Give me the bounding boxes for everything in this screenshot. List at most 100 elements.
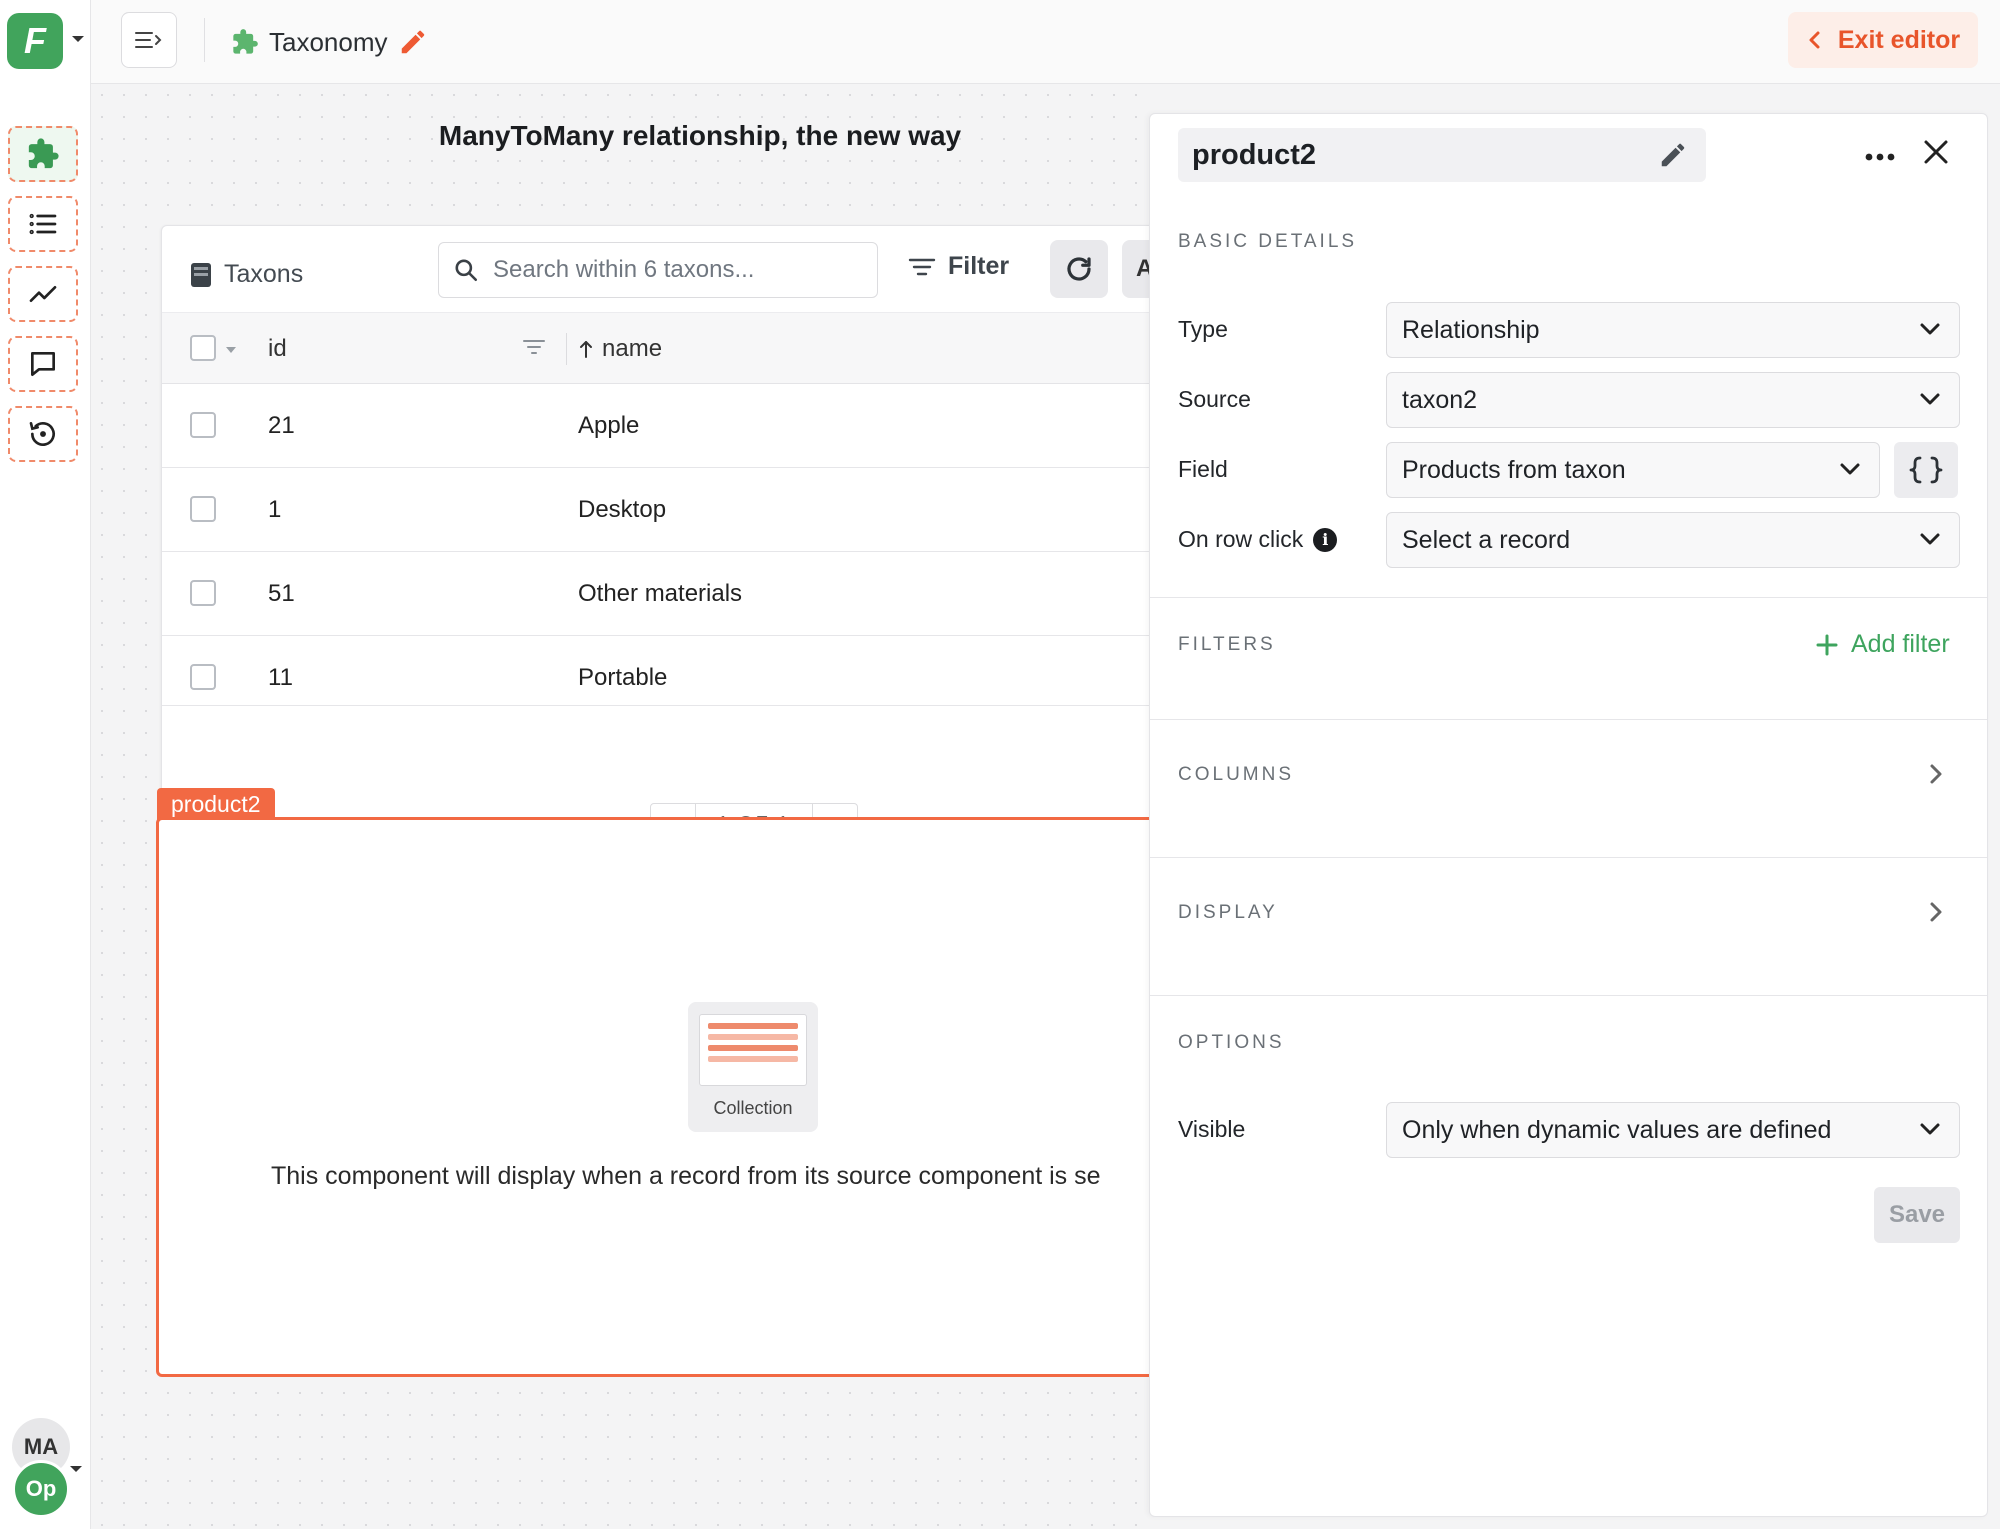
pencil-icon[interactable] (398, 27, 428, 57)
visible-label: Visible (1178, 1116, 1246, 1142)
column-filter-icon[interactable] (522, 337, 546, 362)
row-checkbox[interactable] (190, 412, 216, 438)
cell-name: Apple (578, 412, 640, 439)
source-select[interactable]: taxon2 (1386, 372, 1960, 428)
section-divider (1150, 857, 1987, 858)
curly-braces-icon (1909, 456, 1943, 484)
product2-component[interactable] (156, 817, 1149, 1377)
display-section-toggle[interactable]: DISPLAY (1178, 902, 1278, 924)
row-click-select[interactable]: Select a record (1386, 512, 1960, 568)
page-title: ManyToMany relationship, the new way (438, 120, 962, 151)
refresh-button[interactable] (1050, 240, 1108, 298)
sort-ascending-icon (580, 341, 592, 358)
collection-placeholder: Collection (688, 1002, 818, 1132)
chevron-down-icon (1920, 323, 1940, 335)
plus-icon (1816, 634, 1838, 655)
exit-editor-button[interactable]: Exit editor (1788, 12, 1978, 68)
collection-icon-bar (708, 1023, 798, 1029)
pencil-icon[interactable] (1658, 140, 1688, 170)
taxons-table-component[interactable]: Taxons Filter A id name (161, 225, 1149, 859)
field-select[interactable]: Products from taxon (1386, 442, 1880, 498)
type-select[interactable]: Relationship (1386, 302, 1960, 358)
table-row[interactable]: 51 Other materials (162, 552, 1149, 636)
chevron-down-icon (1920, 533, 1940, 545)
select-all-caret-icon[interactable] (226, 347, 236, 353)
app-logo[interactable]: F (7, 13, 63, 69)
source-value: taxon2 (1402, 385, 1478, 414)
visible-select[interactable]: Only when dynamic values are defined (1386, 1102, 1960, 1158)
section-divider (1150, 719, 1987, 720)
exit-editor-label: Exit editor (1837, 25, 1961, 54)
rail-analytics-button[interactable] (8, 266, 78, 322)
database-icon (191, 262, 211, 287)
save-button[interactable]: Save (1874, 1187, 1960, 1243)
puzzle-icon (28, 138, 59, 169)
cell-name: Desktop (578, 496, 667, 523)
search-icon (455, 259, 478, 282)
sidebar-toggle-button[interactable] (121, 12, 177, 68)
menu-expand-icon (135, 32, 162, 48)
chevron-down-icon (1840, 463, 1860, 475)
filter-label: Filter (948, 252, 1010, 280)
add-filter-button[interactable]: Add filter (1815, 630, 1950, 659)
collection-icon-bar (708, 1034, 798, 1040)
table-row[interactable]: 1 Desktop (162, 468, 1149, 552)
close-icon[interactable] (1922, 138, 1950, 171)
logo-menu-caret-icon[interactable] (72, 36, 84, 42)
column-separator (566, 333, 567, 365)
chevron-left-icon (1809, 31, 1820, 49)
rail-components-button[interactable] (8, 126, 78, 182)
cell-id: 51 (268, 580, 295, 607)
section-divider (1150, 597, 1987, 598)
avatar-ma-initials: MA (23, 1434, 59, 1459)
row-click-label: On row click i (1178, 526, 1338, 553)
avatar-op[interactable]: Op (12, 1460, 70, 1518)
chevron-right-icon[interactable] (1928, 762, 1944, 786)
component-name-field[interactable]: product2 (1178, 128, 1706, 182)
rail-history-button[interactable] (8, 406, 78, 462)
column-header-name[interactable]: name (578, 335, 662, 363)
chart-line-icon (29, 286, 57, 302)
section-divider (1150, 995, 1987, 996)
visible-value: Only when dynamic values are defined (1402, 1115, 1832, 1144)
column-header-id[interactable]: id (268, 335, 287, 363)
search-input[interactable] (493, 256, 853, 284)
rail-comments-button[interactable] (8, 336, 78, 392)
row-click-value: Select a record (1402, 525, 1571, 554)
editor-canvas: ManyToMany relationship, the new way Tax… (91, 84, 1149, 1529)
topbar-divider (204, 18, 205, 62)
table-search[interactable] (438, 242, 878, 298)
top-bar: Taxonomy Exit editor (91, 0, 2000, 84)
component-tag[interactable]: product2 (157, 788, 275, 820)
filter-button[interactable]: Filter (908, 252, 1009, 281)
dynamic-value-button[interactable] (1894, 442, 1958, 498)
row-checkbox[interactable] (190, 580, 216, 606)
cell-name: Portable (578, 664, 668, 691)
row-checkbox[interactable] (190, 496, 216, 522)
more-options-icon[interactable] (1864, 136, 1896, 170)
info-icon[interactable]: i (1313, 527, 1338, 552)
collection-icon-bar (708, 1056, 798, 1062)
cell-id: 11 (268, 664, 293, 691)
table-extra-button[interactable]: A (1122, 240, 1149, 298)
history-icon (29, 422, 55, 446)
table-extra-button-letter: A (1136, 255, 1149, 282)
collection-label: Collection (713, 1098, 793, 1118)
collection-icon (699, 1014, 807, 1086)
table-title: Taxons (190, 260, 303, 289)
type-value: Relationship (1402, 315, 1540, 344)
chevron-right-icon[interactable] (1928, 900, 1944, 924)
left-rail: F MA Op (0, 0, 91, 1529)
field-label: Field (1178, 456, 1228, 482)
select-all-checkbox[interactable] (190, 335, 216, 361)
table-row[interactable]: 11 Portable (162, 636, 1149, 706)
row-checkbox[interactable] (190, 664, 216, 690)
rail-list-button[interactable] (8, 196, 78, 252)
options-heading: OPTIONS (1178, 1032, 1285, 1053)
columns-section-toggle[interactable]: COLUMNS (1178, 764, 1294, 786)
refresh-icon (1067, 257, 1091, 281)
row-click-label-text: On row click (1178, 526, 1304, 552)
table-row[interactable]: 21 Apple (162, 384, 1149, 468)
avatar-menu-caret-icon[interactable] (70, 1466, 82, 1472)
component-placeholder-message: This component will display when a recor… (271, 1162, 1101, 1190)
